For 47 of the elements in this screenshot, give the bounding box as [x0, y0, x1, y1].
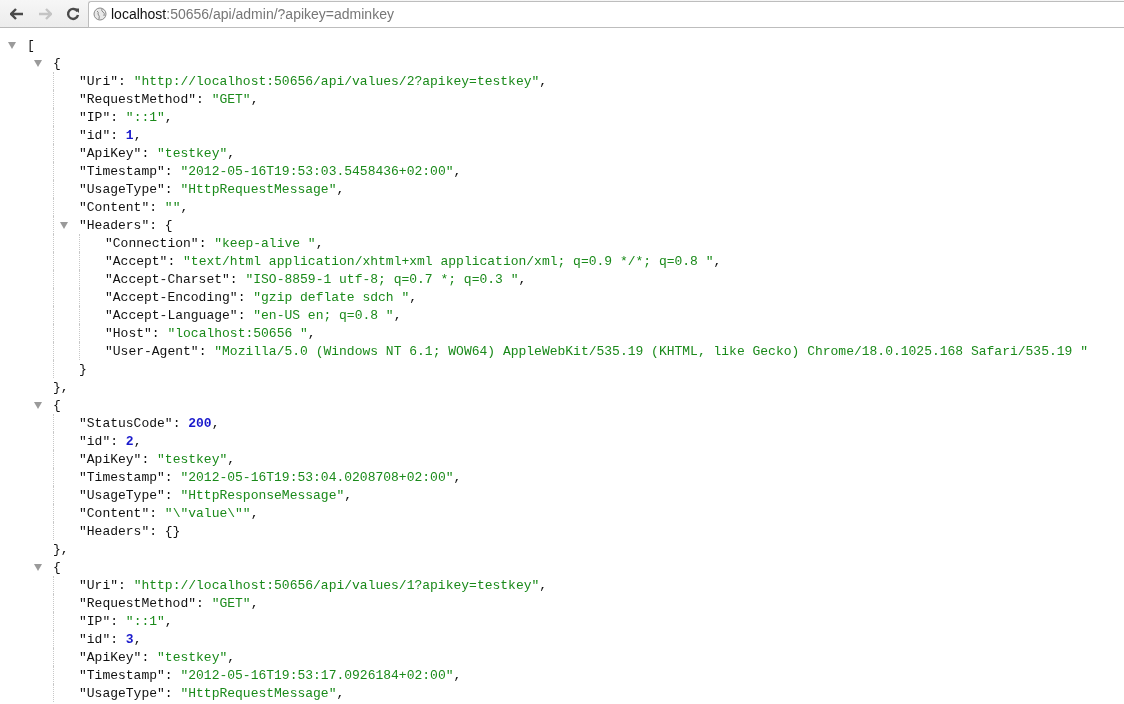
globe-icon [93, 7, 107, 21]
json-line: "id": 2, [79, 433, 142, 449]
json-line: "ApiKey": "testkey", [79, 145, 236, 161]
json-line: "Accept-Encoding": "gzip deflate sdch ", [105, 289, 418, 305]
json-line: "Content": "\"value\"", [79, 505, 259, 521]
json-line: { [53, 559, 61, 575]
expand-toggle-icon[interactable] [34, 563, 42, 571]
json-line: "StatusCode": 200, [79, 415, 220, 431]
json-line: "id": 1, [79, 127, 142, 143]
json-line: "Host": "localhost:50656 ", [105, 325, 316, 341]
right-arrow-icon [38, 7, 52, 20]
expand-toggle-icon[interactable] [34, 59, 42, 67]
expand-toggle-icon[interactable] [34, 401, 42, 409]
json-line: }, [53, 541, 69, 557]
json-line: "RequestMethod": "GET", [79, 595, 259, 611]
json-line: "Timestamp": "2012-05-16T19:53:17.0926184+02:00", [79, 667, 462, 683]
reload-icon [66, 6, 80, 21]
json-line: "User-Agent": "Mozilla/5.0 (Windows NT 6.1; WOW64) AppleWebKit/535.19 (KHTML, like Gecko) Chrome/18.0.1025.168 Safari/535.19 " [105, 343, 1088, 359]
json-line: }, [53, 379, 69, 395]
json-line: } [79, 361, 87, 377]
json-line: "Accept-Charset": "ISO-8859-1 utf-8; q=0.7 *; q=0.3 ", [105, 271, 527, 287]
json-line: "IP": "::1", [79, 613, 173, 629]
json-line: "ApiKey": "testkey", [79, 451, 236, 467]
json-line: "Headers": {} [79, 523, 181, 539]
json-line: "UsageType": "HttpResponseMessage", [79, 487, 353, 503]
json-line: "id": 3, [79, 631, 142, 647]
json-line: "Accept-Language": "en-US en; q=0.8 ", [105, 307, 402, 323]
expand-toggle-icon[interactable] [8, 41, 16, 49]
json-line: "Content": "", [79, 199, 189, 215]
json-line: "Accept": "text/html application/xhtml+xml application/xml; q=0.9 */*; q=0.8 ", [105, 253, 722, 269]
json-line: "ApiKey": "testkey", [79, 649, 236, 665]
json-line: "Uri": "http://localhost:50656/api/values/2?apikey=testkey", [79, 73, 548, 89]
json-line: "Uri": "http://localhost:50656/api/values/1?apikey=testkey", [79, 577, 548, 593]
json-line: "Timestamp": "2012-05-16T19:53:03.5458436+02:00", [79, 163, 462, 179]
json-line: "Connection": "keep-alive ", [105, 235, 324, 251]
json-line: "Timestamp": "2012-05-16T19:53:04.0208708+02:00", [79, 469, 462, 485]
left-arrow-icon [10, 7, 24, 20]
json-line: { [53, 55, 61, 71]
json-line: "IP": "::1", [79, 109, 173, 125]
address-field[interactable]: localhost:50656/api/admin/?apikey=adminkey [88, 0, 1124, 28]
expand-toggle-icon[interactable] [60, 221, 68, 229]
json-line: "Headers": { [79, 217, 173, 233]
json-line: "UsageType": "HttpRequestMessage", [79, 685, 345, 701]
json-line: [ [27, 37, 35, 53]
json-line: { [53, 397, 61, 413]
json-line: "RequestMethod": "GET", [79, 91, 259, 107]
json-line: "UsageType": "HttpRequestMessage", [79, 181, 345, 197]
